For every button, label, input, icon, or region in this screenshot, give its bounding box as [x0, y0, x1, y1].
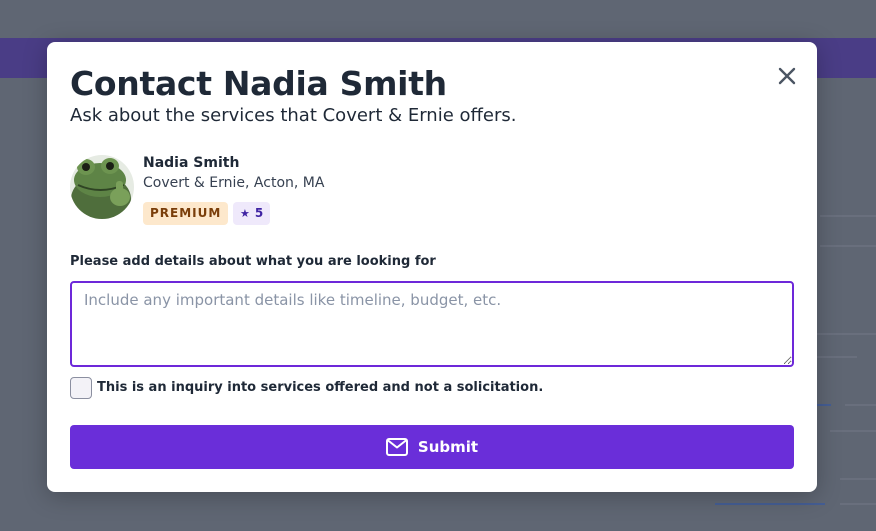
modal-subtitle: Ask about the services that Covert & Ern… [70, 105, 517, 126]
rating-value: 5 [254, 206, 264, 220]
pro-name: Nadia Smith [143, 155, 240, 171]
premium-badge: PREMIUM [143, 202, 229, 225]
close-button[interactable] [777, 66, 797, 86]
close-icon [778, 67, 796, 85]
background-divider [820, 215, 876, 217]
background-text-fragment [817, 356, 857, 358]
star-icon: ★ [240, 207, 250, 220]
frog-avatar-image [70, 155, 134, 219]
avatar [70, 155, 134, 219]
mail-icon [385, 438, 408, 456]
submit-label: Submit [417, 438, 479, 456]
background-text-fragment [817, 333, 876, 335]
contact-modal: Contact Nadia Smith Ask about the servic… [47, 42, 817, 492]
submit-button[interactable]: Submit [70, 425, 794, 469]
pro-company-location: Covert & Ernie, Acton, MA [143, 175, 325, 191]
background-text-fragment [840, 503, 876, 505]
background-divider [820, 245, 876, 247]
background-link-fragment [817, 404, 831, 406]
background-text-fragment [840, 478, 876, 480]
details-input[interactable] [70, 281, 794, 367]
disclaimer-label: This is an inquiry into services offered… [97, 380, 544, 395]
background-link-fragment [715, 503, 825, 505]
disclaimer-checkbox[interactable] [70, 377, 92, 399]
rating-badge: ★ 5 [233, 202, 271, 225]
details-label: Please add details about what you are lo… [70, 254, 436, 269]
background-text-fragment [830, 430, 876, 432]
modal-title: Contact Nadia Smith [70, 64, 447, 103]
background-text-fragment [845, 404, 876, 406]
